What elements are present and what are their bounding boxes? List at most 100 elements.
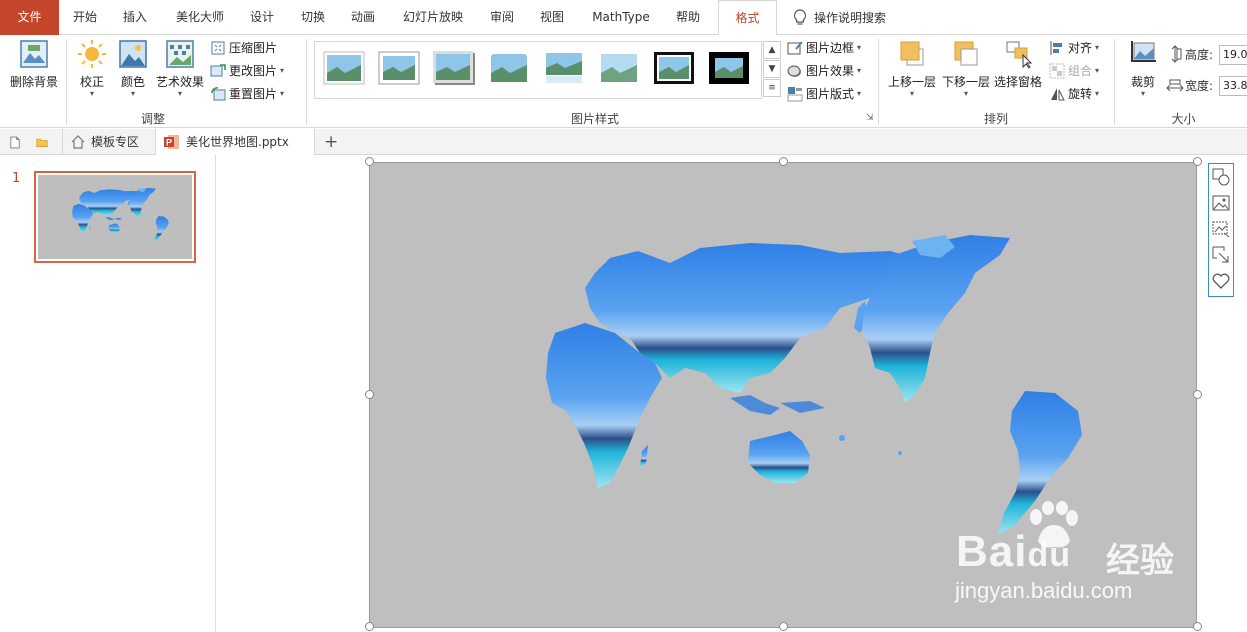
group-label-size: 大小 xyxy=(1171,112,1196,126)
picture-tool-button[interactable] xyxy=(1209,190,1233,216)
tab-help[interactable]: 帮助 xyxy=(666,0,710,35)
quick-tools-panel xyxy=(1208,163,1234,297)
crop-button[interactable]: 裁剪 ▾ xyxy=(1122,39,1164,99)
tell-me-search[interactable]: 操作说明搜索 xyxy=(792,8,886,28)
picture-border-label: 图片边框 xyxy=(806,41,855,55)
remove-background-icon xyxy=(20,40,48,68)
slide-editor: Baidu 经验 jingyan.baidu.com xyxy=(217,155,1247,632)
corrections-button[interactable]: 校正 ▾ xyxy=(72,39,112,99)
picture-icon xyxy=(1212,195,1230,211)
home-icon xyxy=(71,135,85,149)
selection-pane-button[interactable]: 选择窗格 xyxy=(993,39,1043,89)
document-tab-bar: 模板专区 P 美化世界地图.pptx + xyxy=(0,129,1247,155)
picture-style-reflected[interactable] xyxy=(543,51,585,85)
tab-view[interactable]: 视图 xyxy=(530,0,574,35)
picture-style-soft-rounded[interactable] xyxy=(598,51,640,85)
resize-handle-bottom-left[interactable] xyxy=(365,622,374,631)
tab-slideshow[interactable]: 幻灯片放映 xyxy=(396,0,470,35)
bring-forward-button[interactable]: 上移一层 ▾ xyxy=(886,39,938,99)
picture-effects-button[interactable]: 图片效果 ▾ xyxy=(787,61,861,81)
tab-beautify[interactable]: 美化大师 xyxy=(165,0,235,35)
baidu-paw-icon xyxy=(1030,501,1078,548)
align-button[interactable]: 对齐 ▾ xyxy=(1049,38,1099,58)
change-picture-button[interactable]: 更改图片 ▾ xyxy=(210,61,284,81)
open-folder-button[interactable] xyxy=(28,129,56,155)
artistic-effects-button[interactable]: 艺术效果 ▾ xyxy=(154,39,206,99)
resize-handle-bottom-right[interactable] xyxy=(1193,622,1202,631)
doc-tab-file[interactable]: P 美化世界地图.pptx xyxy=(155,129,315,155)
resize-handle-left[interactable] xyxy=(365,390,374,399)
favorite-button[interactable] xyxy=(1209,268,1233,294)
resize-handle-right[interactable] xyxy=(1193,390,1202,399)
height-input[interactable]: 19.0 xyxy=(1219,45,1247,65)
shape-tool-button[interactable] xyxy=(1209,164,1233,190)
gallery-up-button[interactable]: ▲ xyxy=(763,41,781,59)
crop-label: 裁剪 xyxy=(1130,75,1155,89)
remove-background-label: 删除背景 xyxy=(9,75,58,89)
crop-icon xyxy=(1131,41,1156,62)
world-map-picture[interactable] xyxy=(370,163,1198,629)
picture-style-soft-edge[interactable] xyxy=(488,51,530,85)
dialog-launcher-icon[interactable]: ⇲ xyxy=(866,113,874,123)
width-input[interactable]: 33.8 xyxy=(1219,76,1247,96)
tab-animations[interactable]: 动画 xyxy=(341,0,385,35)
group-label-picture-styles: 图片样式 xyxy=(570,112,619,126)
slide-canvas[interactable]: Baidu 经验 jingyan.baidu.com xyxy=(369,162,1197,628)
change-picture-icon xyxy=(210,64,226,77)
dropdown-caret-icon: ▾ xyxy=(280,89,285,98)
gallery-down-button[interactable]: ▼ xyxy=(763,60,781,78)
tab-mathtype[interactable]: MathType xyxy=(584,0,658,35)
send-backward-label: 下移一层 xyxy=(941,75,990,89)
resize-handle-top[interactable] xyxy=(779,157,788,166)
rotate-icon xyxy=(1051,88,1065,101)
lightbulb-icon xyxy=(793,9,807,25)
picture-effects-label: 图片效果 xyxy=(806,64,855,78)
picture-border-button[interactable]: 图片边框 ▾ xyxy=(787,38,861,58)
resize-handle-top-left[interactable] xyxy=(365,157,374,166)
gallery-more-button[interactable]: ≡ xyxy=(763,79,781,97)
reset-picture-label: 重置图片 xyxy=(229,87,278,101)
align-icon xyxy=(1050,41,1062,55)
picture-style-simple-frame[interactable] xyxy=(323,51,365,85)
tab-insert[interactable]: 插入 xyxy=(113,0,157,35)
reset-picture-button[interactable]: 重置图片 ▾ xyxy=(210,84,284,104)
tab-home[interactable]: 开始 xyxy=(63,0,107,35)
tab-transitions[interactable]: 切换 xyxy=(291,0,335,35)
picture-style-thick-white-frame[interactable] xyxy=(378,51,420,85)
watermark-brand-latin: Bai xyxy=(956,527,1028,576)
picture-style-thick-black-frame[interactable] xyxy=(708,51,750,85)
separator xyxy=(306,39,307,125)
resize-handle-bottom[interactable] xyxy=(779,622,788,631)
picture-layout-button[interactable]: 图片版式 ▾ xyxy=(787,84,861,104)
remove-background-button[interactable]: 删除背景 xyxy=(6,39,62,89)
picture-style-black-frame[interactable] xyxy=(653,51,695,85)
doc-tab-template-zone[interactable]: 模板专区 xyxy=(62,129,154,155)
tab-design[interactable]: 设计 xyxy=(240,0,284,35)
dropdown-caret-icon: ▾ xyxy=(857,89,862,98)
group-button[interactable]: 组合 ▾ xyxy=(1049,61,1099,81)
separator xyxy=(1114,39,1115,125)
resize-handle-top-right[interactable] xyxy=(1193,157,1202,166)
bring-forward-icon xyxy=(900,41,924,66)
tab-file[interactable]: 文件 xyxy=(0,0,59,35)
send-backward-button[interactable]: 下移一层 ▾ xyxy=(940,39,992,99)
tab-format[interactable]: 格式 xyxy=(718,0,777,36)
dropdown-caret-icon: ▾ xyxy=(89,89,94,98)
tab-review[interactable]: 审阅 xyxy=(480,0,524,35)
new-document-button[interactable] xyxy=(2,129,28,155)
picture-effects-icon xyxy=(787,65,801,77)
slide-thumbnail[interactable] xyxy=(34,171,196,263)
rotate-button[interactable]: 旋转 ▾ xyxy=(1049,84,1099,104)
watermark-brand-cn: 经验 xyxy=(1106,542,1174,580)
color-button[interactable]: 颜色 ▾ xyxy=(114,39,152,99)
layout-options-button[interactable] xyxy=(1209,242,1233,268)
compress-icon xyxy=(211,41,225,55)
picture-style-tool-button[interactable] xyxy=(1209,216,1233,242)
height-label: 高度: xyxy=(1185,48,1214,62)
new-tab-button[interactable]: + xyxy=(316,129,342,155)
new-file-icon xyxy=(10,136,20,148)
picture-style-shadow-rectangle[interactable] xyxy=(433,51,475,85)
gallery-scroll: ▲ ▼ ≡ xyxy=(763,41,781,99)
compress-pictures-button[interactable]: 压缩图片 xyxy=(210,38,277,58)
dropdown-caret-icon: ▾ xyxy=(909,89,914,98)
